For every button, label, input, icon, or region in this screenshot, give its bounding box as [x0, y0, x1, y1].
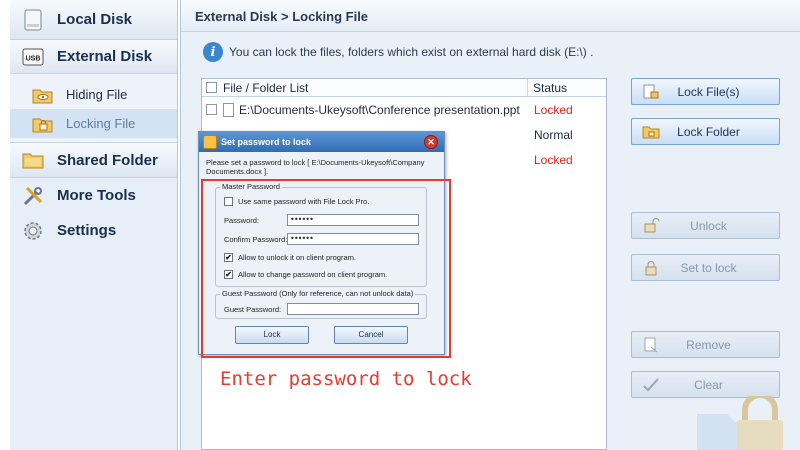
unlock-button[interactable]: Unlock [631, 212, 780, 239]
table-row[interactable]: E:\Documents-Ukeysoft\Conference present… [202, 97, 606, 122]
usb-badge-text: USB [26, 55, 41, 62]
app-lock-icon [203, 135, 217, 149]
file-list-header: File / Folder List Status [202, 79, 606, 97]
clear-button[interactable]: Clear [631, 371, 780, 398]
nav-external-disk[interactable]: USB External Disk [10, 40, 177, 74]
info-bar: i You can lock the files, folders which … [203, 42, 593, 62]
sub-item-locking-file[interactable]: Locking File [10, 109, 177, 138]
folder-lock-icon [642, 124, 660, 140]
column-file-list[interactable]: File / Folder List [202, 79, 528, 96]
checkmark-icon [642, 377, 660, 393]
nav-local-disk[interactable]: Local Disk [10, 0, 177, 40]
tools-icon [22, 185, 44, 207]
close-icon[interactable]: ✕ [424, 135, 438, 149]
remove-label: Remove [686, 337, 731, 352]
folder-lock-icon [32, 115, 54, 133]
lock-files-button[interactable]: Lock File(s) [631, 78, 780, 105]
nav-more-tools-label: More Tools [57, 187, 136, 204]
annotation-text: Enter password to lock [220, 368, 472, 390]
set-to-lock-label: Set to lock [680, 260, 737, 275]
nav-settings-label: Settings [57, 222, 117, 239]
breadcrumb: External Disk > Locking File [181, 0, 800, 32]
lock-folder-watermark-icon [697, 392, 793, 450]
shared-folder-icon [22, 149, 44, 171]
sub-item-hiding-file-label: Hiding File [66, 87, 128, 102]
nav-local-disk-label: Local Disk [57, 11, 133, 28]
nav-more-tools[interactable]: More Tools [10, 178, 177, 213]
lock-files-label: Lock File(s) [677, 84, 740, 99]
external-disk-submenu: Hiding File Locking File [10, 74, 177, 143]
lock-folder-button[interactable]: Lock Folder [631, 118, 780, 145]
info-icon: i [203, 42, 223, 62]
sidebar: Local Disk USB External Disk Hiding File… [10, 0, 178, 450]
file-name: E:\Documents-Ukeysoft\Conference present… [239, 102, 520, 117]
lock-icon [642, 260, 660, 276]
dialog-titlebar[interactable]: Set password to lock [199, 132, 444, 152]
unlock-icon [642, 217, 660, 234]
nav-shared-folder-label: Shared Folder [57, 151, 158, 169]
unlock-label: Unlock [690, 218, 727, 233]
disk-icon [22, 9, 44, 31]
status-cell: Normal [534, 127, 573, 142]
file-cell: E:\Documents-Ukeysoft\Conference present… [202, 102, 528, 117]
sub-item-locking-file-label: Locking File [66, 116, 136, 131]
select-all-checkbox[interactable] [206, 82, 217, 93]
gear-icon [22, 220, 44, 242]
status-cell: Locked [534, 152, 573, 167]
file-icon [223, 102, 234, 117]
set-to-lock-button[interactable]: Set to lock [631, 254, 780, 281]
sub-item-hiding-file[interactable]: Hiding File [10, 80, 177, 109]
column-file-list-label: File / Folder List [223, 80, 309, 95]
nav-shared-folder[interactable]: Shared Folder [10, 143, 177, 178]
info-text: You can lock the files, folders which ex… [229, 45, 594, 59]
folder-eye-icon [32, 86, 54, 104]
highlight-rectangle [201, 179, 451, 358]
lock-folder-label: Lock Folder [677, 124, 740, 139]
status-cell: Locked [534, 102, 573, 117]
remove-icon [642, 337, 660, 353]
nav-settings[interactable]: Settings [10, 213, 177, 248]
file-lock-icon [642, 84, 660, 100]
nav-external-disk-label: External Disk [57, 48, 153, 65]
remove-button[interactable]: Remove [631, 331, 780, 358]
clear-label: Clear [694, 377, 723, 392]
row-checkbox[interactable] [206, 104, 217, 115]
column-status[interactable]: Status [528, 79, 606, 96]
dialog-title: Set password to lock [221, 137, 312, 147]
usb-icon: USB [22, 46, 44, 68]
